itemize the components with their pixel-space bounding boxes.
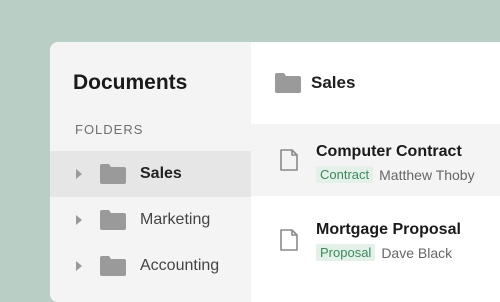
chevron-right-icon[interactable] xyxy=(76,261,82,271)
document-tag: Contract xyxy=(316,166,374,183)
folder-list: Sales Marketing Accounting xyxy=(50,151,251,289)
sidebar-item-label: Sales xyxy=(140,165,182,182)
folder-icon xyxy=(275,73,301,93)
chevron-right-icon[interactable] xyxy=(76,169,82,179)
main-pane: Sales Computer Contract Contract Matthew… xyxy=(251,42,500,302)
document-owner: Dave Black xyxy=(381,244,453,261)
main-header: Sales xyxy=(251,42,500,124)
document-title: Mortgage Proposal xyxy=(316,221,461,238)
sidebar: Documents FOLDERS Sales Marketing Accoun… xyxy=(50,42,251,302)
document-owner: Matthew Thoby xyxy=(379,166,475,183)
sidebar-item-accounting[interactable]: Accounting xyxy=(50,243,251,289)
sidebar-item-label: Accounting xyxy=(140,257,220,274)
sidebar-title: Documents xyxy=(73,71,188,94)
document-title: Computer Contract xyxy=(316,143,462,160)
folder-icon xyxy=(100,210,126,230)
folder-icon xyxy=(100,164,126,184)
document-tag: Proposal xyxy=(316,244,376,261)
page-title: Sales xyxy=(311,73,356,92)
document-row[interactable]: Computer Contract Contract Matthew Thoby xyxy=(251,124,500,196)
document-list: Computer Contract Contract Matthew Thoby… xyxy=(251,124,500,284)
chevron-right-icon[interactable] xyxy=(76,215,82,225)
document-icon xyxy=(280,229,298,251)
documents-window: Documents FOLDERS Sales Marketing Accoun… xyxy=(50,42,500,302)
document-row[interactable]: Mortgage Proposal Proposal Dave Black xyxy=(251,204,500,276)
document-icon xyxy=(280,149,298,171)
sidebar-item-label: Marketing xyxy=(140,211,211,228)
sidebar-item-sales[interactable]: Sales xyxy=(50,151,251,197)
folders-section-label: FOLDERS xyxy=(75,122,144,137)
sidebar-item-marketing[interactable]: Marketing xyxy=(50,197,251,243)
folder-icon xyxy=(100,256,126,276)
